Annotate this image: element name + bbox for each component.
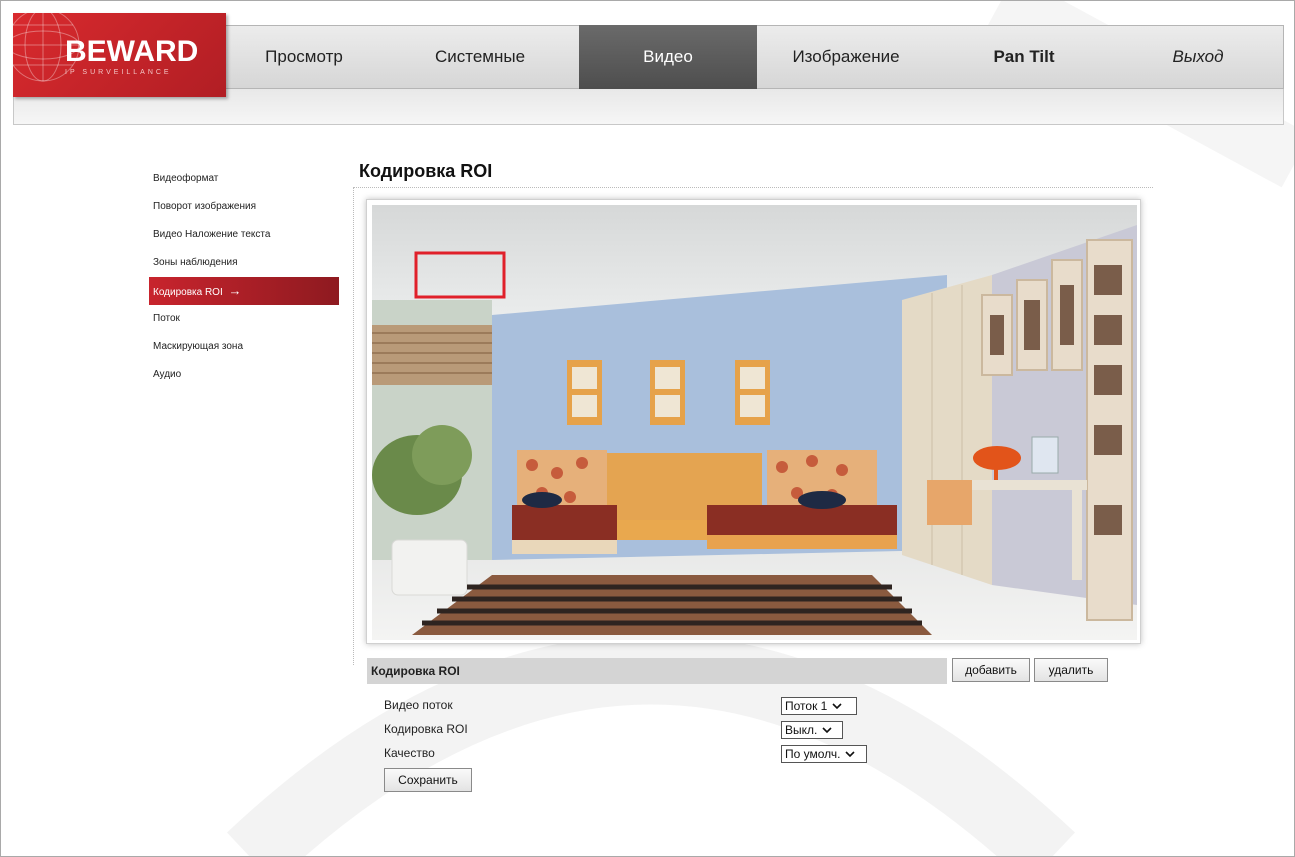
video-preview[interactable] bbox=[366, 199, 1141, 644]
add-button[interactable]: добавить bbox=[952, 658, 1030, 682]
nav-pan-tilt[interactable]: Pan Tilt bbox=[935, 25, 1113, 89]
nav-view[interactable]: Просмотр bbox=[226, 25, 382, 89]
sidebar-item-video-format[interactable]: Видеоформат bbox=[149, 165, 339, 193]
stream-select-value: Поток 1 bbox=[785, 699, 828, 713]
sidebar-item-rotation[interactable]: Поворот изображения bbox=[149, 193, 339, 221]
roi-section-header: Кодировка ROI bbox=[367, 658, 947, 684]
roi-label: Кодировка ROI bbox=[384, 722, 468, 736]
stream-select[interactable]: Поток 1 bbox=[781, 697, 857, 715]
content-divider bbox=[353, 187, 354, 665]
save-button[interactable]: Сохранить bbox=[384, 768, 472, 792]
sidebar-item-mask[interactable]: Маскирующая зона bbox=[149, 333, 339, 361]
chevron-down-icon bbox=[845, 750, 856, 757]
roi-select-value: Выкл. bbox=[785, 723, 818, 737]
sidebar-item-stream[interactable]: Поток bbox=[149, 305, 339, 333]
quality-select-value: По умолч. bbox=[785, 747, 841, 761]
chevron-down-icon bbox=[822, 726, 832, 733]
chevron-down-icon bbox=[832, 702, 842, 709]
page-title: Кодировка ROI bbox=[359, 161, 493, 181]
sidebar: Видеоформат Поворот изображения Видео На… bbox=[149, 165, 339, 389]
roi-select[interactable]: Выкл. bbox=[781, 721, 843, 739]
delete-button[interactable]: удалить bbox=[1034, 658, 1108, 682]
sidebar-item-audio[interactable]: Аудио bbox=[149, 361, 339, 389]
quality-label: Качество bbox=[384, 746, 435, 760]
nav-video[interactable]: Видео bbox=[579, 25, 757, 89]
sidebar-item-label: Кодировка ROI bbox=[153, 287, 223, 298]
beward-logo: BEWARD IP SURVEILLANCE bbox=[13, 13, 226, 97]
sidebar-item-roi[interactable]: Кодировка ROI → bbox=[149, 277, 339, 305]
nav-logout[interactable]: Выход bbox=[1113, 25, 1283, 89]
arrow-right-icon: → bbox=[228, 283, 242, 298]
nav-system[interactable]: Системные bbox=[401, 25, 559, 89]
stream-label: Видео поток bbox=[384, 698, 453, 712]
quality-select[interactable]: По умолч. bbox=[781, 745, 867, 763]
sidebar-item-zones[interactable]: Зоны наблюдения bbox=[149, 249, 339, 277]
logo-tagline: IP SURVEILLANCE bbox=[65, 69, 172, 76]
logo-brand: BEWARD bbox=[65, 35, 199, 68]
nav-image[interactable]: Изображение bbox=[757, 25, 935, 89]
browser-frame: BEWARD IP SURVEILLANCE Просмотр Системны… bbox=[0, 0, 1295, 857]
title-divider bbox=[353, 187, 1153, 188]
room-camera-image[interactable] bbox=[372, 205, 1137, 640]
sidebar-item-text-overlay[interactable]: Видео Наложение текста bbox=[149, 221, 339, 249]
